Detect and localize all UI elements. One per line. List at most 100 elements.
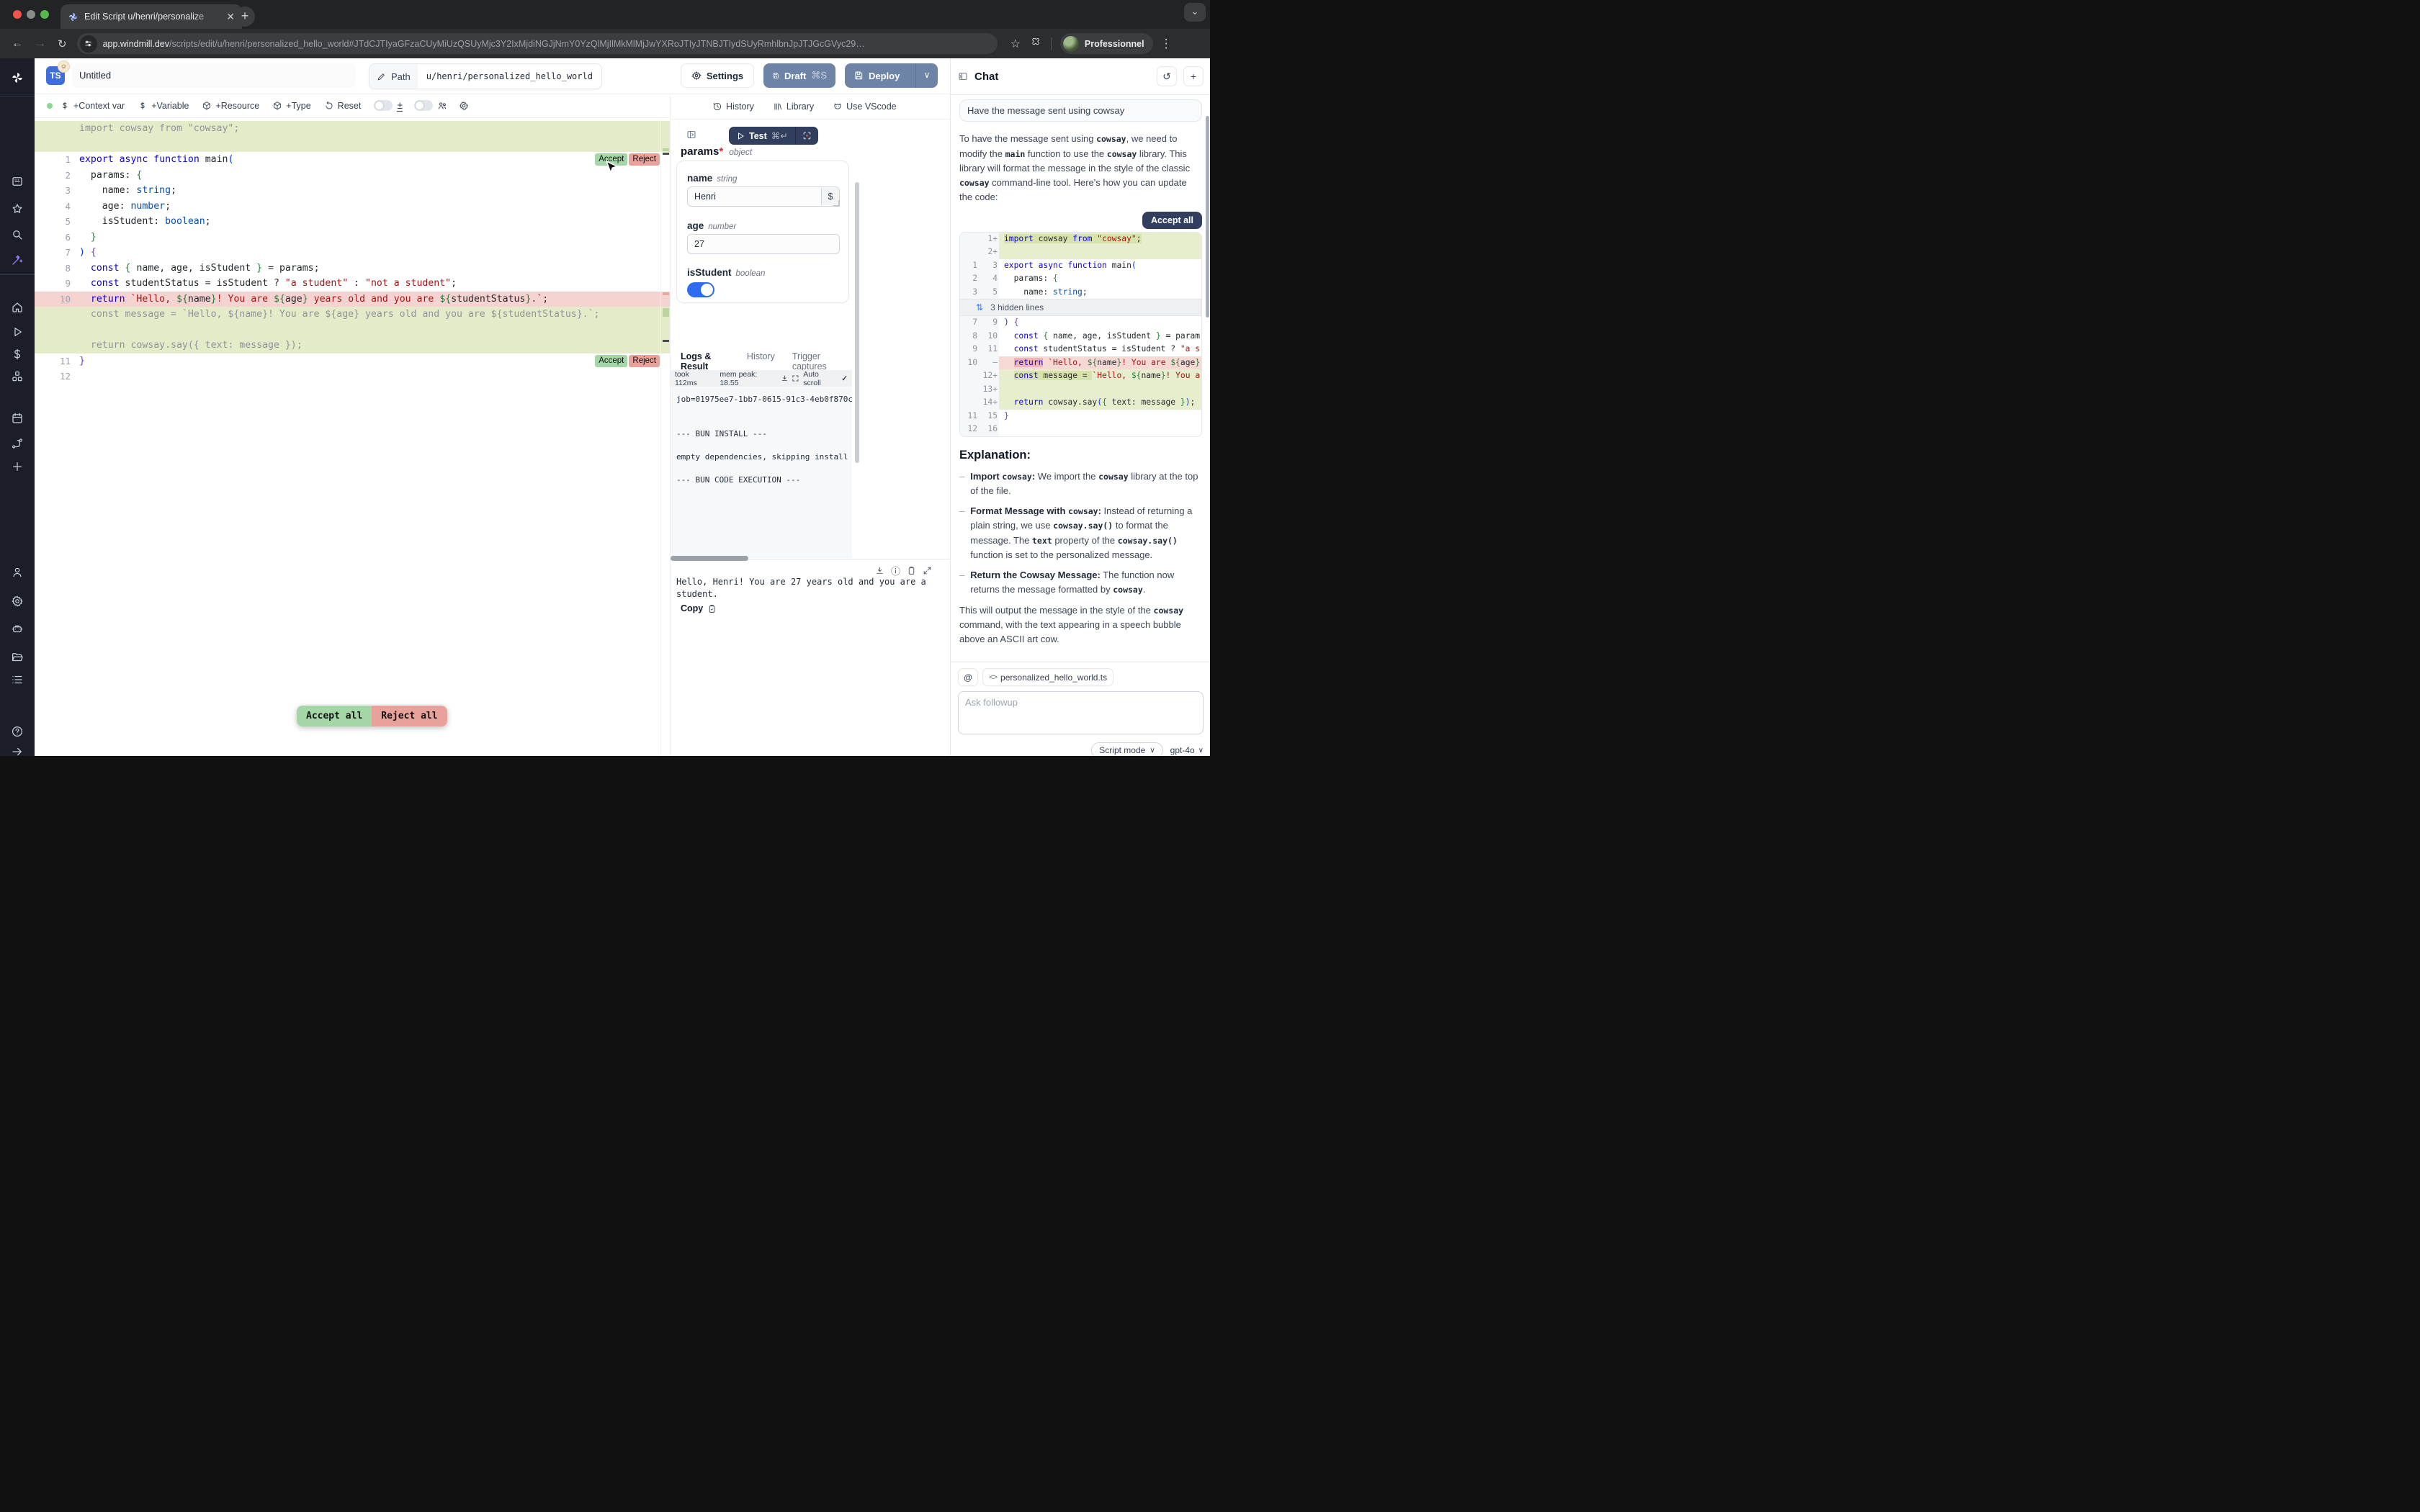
windows-icon[interactable] <box>0 172 35 191</box>
code-line[interactable] <box>35 137 670 153</box>
routes-flow-icon[interactable] <box>0 434 35 453</box>
schedules-calendar-icon[interactable] <box>0 409 35 428</box>
reject-all-button[interactable]: Reject all <box>372 706 447 726</box>
toolbar-library[interactable]: Library <box>773 102 814 112</box>
variables-dollar-icon[interactable] <box>0 345 35 364</box>
log-horizontal-scrollbar[interactable] <box>671 556 748 561</box>
back-icon[interactable]: ← <box>12 37 23 50</box>
forward-icon[interactable]: → <box>35 37 46 50</box>
new-tab-button[interactable]: + <box>235 6 255 27</box>
accept-button[interactable]: Accept <box>595 355 627 367</box>
hidden-lines-row[interactable]: ⇅3 hidden lines <box>960 299 1201 316</box>
log-output[interactable]: job=01975ee7-1bb7-0615-91c3-4eb0f870c71b… <box>671 387 852 558</box>
path-field[interactable]: Path u/henri/personalized_hello_world <box>369 63 602 89</box>
toolbar-resource[interactable]: +Resource <box>202 101 259 111</box>
help-icon[interactable] <box>0 722 35 741</box>
runs-play-icon[interactable] <box>0 323 35 341</box>
script-name-input[interactable]: Untitled <box>72 63 356 88</box>
browser-profile[interactable]: Professionnel <box>1060 33 1153 54</box>
code-line[interactable]: 3 name: string; <box>35 183 670 199</box>
test-button[interactable]: Test ⌘↵ <box>729 127 818 145</box>
toolbar-history[interactable]: History <box>712 102 754 112</box>
home-icon[interactable] <box>0 298 35 317</box>
resources-cubes-icon[interactable] <box>0 367 35 386</box>
download-result-icon[interactable] <box>875 566 884 575</box>
chat-scroll-area[interactable]: Have the message sent using cowsay To ha… <box>951 95 1210 662</box>
mode-select[interactable]: Script mode∨ <box>1091 742 1162 756</box>
panel-collapse-icon[interactable] <box>686 130 696 143</box>
draft-button[interactable]: Draft⌘S <box>763 63 835 88</box>
toolbar-type[interactable]: +Type <box>272 101 310 111</box>
editor-settings-gear-icon[interactable] <box>459 101 469 111</box>
favorites-star-icon[interactable] <box>0 199 35 218</box>
code-line[interactable]: 10 return `Hello, ${name}! You are ${age… <box>35 292 670 307</box>
traffic-minimize-icon[interactable] <box>27 10 35 19</box>
url-bar[interactable]: app.windmill.dev/scripts/edit/u/henri/pe… <box>77 33 998 54</box>
editor-scrollbar[interactable] <box>660 120 670 756</box>
code-line[interactable]: 11}AcceptReject <box>35 354 670 369</box>
code-line[interactable]: 2 params: { <box>35 168 670 184</box>
bookmark-star-icon[interactable]: ☆ <box>1010 37 1021 51</box>
folders-icon[interactable] <box>0 648 35 667</box>
ai-wand-icon[interactable] <box>0 251 35 269</box>
code-line[interactable]: 12 <box>35 369 670 384</box>
accept-all-button[interactable]: Accept all <box>297 706 372 726</box>
toolbar-variable[interactable]: +Variable <box>138 101 189 111</box>
toolbar-contextvar[interactable]: +Context var <box>60 101 125 111</box>
settings-gear-icon[interactable] <box>0 592 35 611</box>
reject-button[interactable]: Reject <box>629 153 660 166</box>
traffic-close-icon[interactable] <box>13 10 22 19</box>
chat-scrollbar[interactable] <box>1206 116 1209 318</box>
download-log-icon[interactable] <box>781 374 789 382</box>
toolbar-use-vscode[interactable]: Use VScode <box>833 102 896 112</box>
chat-collapse-icon[interactable] <box>958 71 968 81</box>
tab-close-icon[interactable]: ✕ <box>226 11 235 23</box>
reload-icon[interactable]: ↻ <box>58 37 67 50</box>
site-info-icon[interactable] <box>80 35 97 53</box>
chat-accept-all-button[interactable]: Accept all <box>1142 212 1202 229</box>
expand-arrow-icon[interactable] <box>0 742 35 756</box>
followup-input[interactable] <box>958 691 1204 734</box>
test-panel-scrollbar[interactable] <box>855 182 859 463</box>
toolbar-reset[interactable]: Reset <box>324 101 362 111</box>
model-select[interactable]: gpt-4o∨ <box>1170 745 1204 755</box>
multiplayer-toggle[interactable] <box>414 100 433 111</box>
deploy-chevron-icon[interactable]: ∨ <box>915 63 938 88</box>
code-line[interactable]: 8 const { name, age, isStudent } = param… <box>35 261 670 276</box>
browser-tab[interactable]: Edit Script u/henri/personalize ✕ <box>60 4 242 29</box>
code-line[interactable]: 9 const studentStatus = isStudent ? "a s… <box>35 276 670 292</box>
code-line[interactable]: import cowsay from "cowsay"; <box>35 121 670 137</box>
search-icon[interactable] <box>0 225 35 244</box>
workers-robot-icon[interactable] <box>0 619 35 638</box>
logs-list-icon[interactable] <box>0 670 35 689</box>
copy-result[interactable]: Copy <box>681 603 717 613</box>
chat-history-icon[interactable]: ↺ <box>1157 66 1177 86</box>
diff-mode-toggle[interactable] <box>374 100 393 111</box>
reject-button[interactable]: Reject <box>629 355 660 367</box>
settings-button[interactable]: Settings <box>681 63 754 88</box>
code-line[interactable] <box>35 323 670 338</box>
code-line[interactable]: 5 isStudent: boolean; <box>35 214 670 230</box>
add-plus-icon[interactable] <box>0 457 35 476</box>
resize-handle[interactable] <box>833 200 840 207</box>
extensions-puzzle-icon[interactable] <box>1031 37 1041 50</box>
chat-diff-block[interactable]: 1+import cowsay from "cowsay";2+13export… <box>959 232 1202 437</box>
code-line[interactable]: 1export async function main(AcceptReject <box>35 152 670 168</box>
name-input[interactable]: Henri $ <box>687 186 840 207</box>
deploy-button[interactable]: Deploy <box>845 63 915 88</box>
expand-lines-icon[interactable]: ⇅ <box>976 300 983 315</box>
isstudent-toggle[interactable] <box>687 282 714 297</box>
capture-scan-icon[interactable] <box>795 127 818 145</box>
windmill-logo-icon[interactable] <box>0 68 35 87</box>
context-file-chip[interactable]: <> personalized_hello_world.ts <box>982 668 1113 686</box>
tab-search-chevron-icon[interactable]: ⌄ <box>1184 3 1206 22</box>
browser-menu-kebab-icon[interactable]: ⋮ <box>1160 37 1173 51</box>
chat-new-icon[interactable]: + <box>1183 66 1204 86</box>
code-line[interactable]: 6 } <box>35 230 670 246</box>
code-line[interactable]: 4 age: number; <box>35 199 670 215</box>
age-input[interactable]: 27 <box>687 234 840 254</box>
result-clipboard-icon[interactable] <box>907 566 916 575</box>
code-line[interactable]: 7) { <box>35 245 670 261</box>
code-line[interactable]: const message = `Hello, ${name}! You are… <box>35 307 670 323</box>
result-expand-icon[interactable] <box>923 566 932 575</box>
